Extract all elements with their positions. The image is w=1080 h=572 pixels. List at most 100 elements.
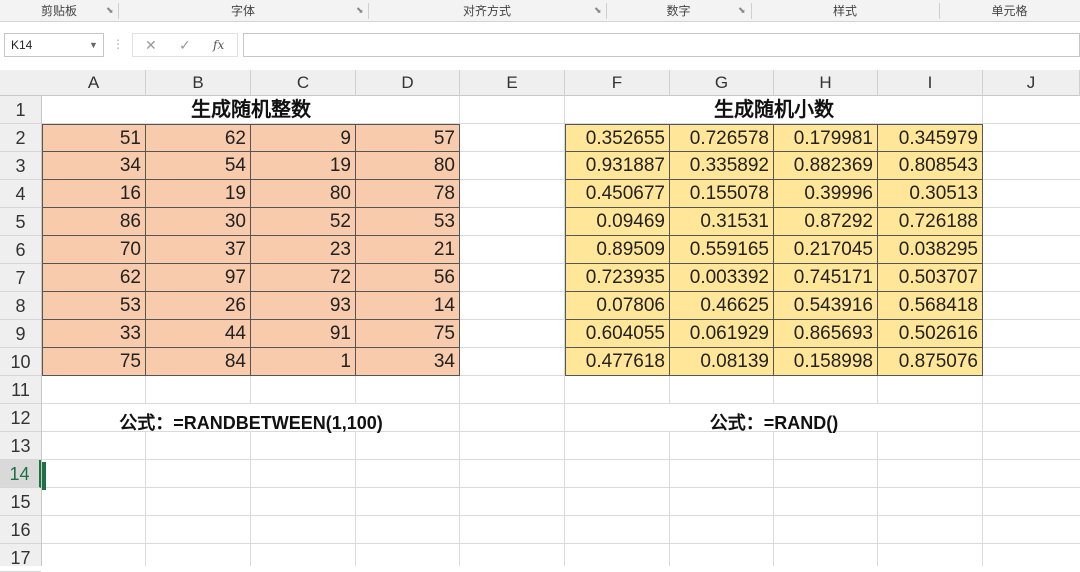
int-cell[interactable]: 62 [146,124,251,152]
insert-function-icon[interactable]: fx [213,38,224,52]
dec-cell[interactable]: 0.875076 [878,348,983,376]
int-cell[interactable]: 80 [251,180,356,208]
dec-cell[interactable]: 0.604055 [565,320,670,348]
int-cell[interactable]: 19 [146,180,251,208]
ribbon-group-clipboard[interactable]: 剪贴板 [0,0,118,22]
column-header-d[interactable]: D [356,70,460,96]
int-cell[interactable]: 62 [42,264,146,292]
row-header-1[interactable]: 1 [0,96,41,124]
dec-cell[interactable]: 0.39996 [774,180,878,208]
dec-cell[interactable]: 0.003392 [670,264,774,292]
row-header-13[interactable]: 13 [0,432,41,460]
int-cell[interactable]: 53 [356,208,460,236]
dec-cell[interactable]: 0.808543 [878,152,983,180]
dec-cell[interactable]: 0.450677 [565,180,670,208]
row-header-11[interactable]: 11 [0,376,41,404]
int-cell[interactable]: 19 [251,152,356,180]
dec-cell[interactable]: 0.726578 [670,124,774,152]
int-cell[interactable]: 70 [42,236,146,264]
row-header-2[interactable]: 2 [0,124,41,152]
dec-cell[interactable]: 0.543916 [774,292,878,320]
row-header-3[interactable]: 3 [0,152,41,180]
dec-cell[interactable]: 0.865693 [774,320,878,348]
number-launcher-icon[interactable]: ⬊ [738,6,747,15]
int-cell[interactable]: 80 [356,152,460,180]
alignment-launcher-icon[interactable]: ⬊ [594,6,603,15]
row-header-15[interactable]: 15 [0,488,41,516]
int-cell[interactable]: 34 [42,152,146,180]
column-header-e[interactable]: E [460,70,565,96]
ribbon-group-number[interactable]: 数字 [606,0,751,22]
column-header-g[interactable]: G [670,70,774,96]
int-cell[interactable]: 16 [42,180,146,208]
ribbon-group-font[interactable]: 字体 [118,0,368,22]
int-cell[interactable]: 37 [146,236,251,264]
column-header-i[interactable]: I [878,70,983,96]
column-header-f[interactable]: F [565,70,670,96]
ribbon-group-alignment[interactable]: 对齐方式 [368,0,606,22]
formula-input[interactable] [243,33,1080,57]
font-launcher-icon[interactable]: ⬊ [356,6,365,15]
dec-cell[interactable]: 0.09469 [565,208,670,236]
int-cell[interactable]: 26 [146,292,251,320]
worksheet-grid[interactable]: 生成随机整数 生成随机小数 公式：=RANDBETWEEN(1,100) 公式：=RA… [42,96,1080,566]
dec-cell[interactable]: 0.723935 [565,264,670,292]
dec-cell[interactable]: 0.31531 [670,208,774,236]
dec-cell[interactable]: 0.217045 [774,236,878,264]
column-header-h[interactable]: H [774,70,878,96]
int-cell[interactable]: 52 [251,208,356,236]
int-cell[interactable]: 51 [42,124,146,152]
int-cell[interactable]: 97 [146,264,251,292]
dec-cell[interactable]: 0.726188 [878,208,983,236]
row-header-9[interactable]: 9 [0,320,41,348]
chevron-down-icon[interactable]: ▼ [89,40,98,50]
int-cell[interactable]: 33 [42,320,146,348]
row-header-14[interactable]: 14 [0,460,41,488]
column-header-j[interactable]: J [983,70,1080,96]
clipboard-launcher-icon[interactable]: ⬊ [106,6,115,15]
int-cell[interactable]: 1 [251,348,356,376]
row-header-4[interactable]: 4 [0,180,41,208]
dec-cell[interactable]: 0.745171 [774,264,878,292]
dec-cell[interactable]: 0.477618 [565,348,670,376]
int-cell[interactable]: 23 [251,236,356,264]
row-header-5[interactable]: 5 [0,208,41,236]
dec-cell[interactable]: 0.568418 [878,292,983,320]
dec-cell[interactable]: 0.038295 [878,236,983,264]
dec-cell[interactable]: 0.061929 [670,320,774,348]
int-cell[interactable]: 93 [251,292,356,320]
int-cell[interactable]: 14 [356,292,460,320]
int-cell[interactable]: 44 [146,320,251,348]
dec-cell[interactable]: 0.502616 [878,320,983,348]
enter-icon[interactable]: ✓ [179,37,191,54]
int-cell[interactable]: 30 [146,208,251,236]
row-header-7[interactable]: 7 [0,264,41,292]
dec-cell[interactable]: 0.158998 [774,348,878,376]
int-cell[interactable]: 53 [42,292,146,320]
dec-cell[interactable]: 0.30513 [878,180,983,208]
row-header-6[interactable]: 6 [0,236,41,264]
int-cell[interactable]: 54 [146,152,251,180]
row-header-16[interactable]: 16 [0,516,41,544]
cancel-icon[interactable]: ✕ [145,37,157,54]
dec-cell[interactable]: 0.335892 [670,152,774,180]
dec-cell[interactable]: 0.155078 [670,180,774,208]
int-cell[interactable]: 34 [356,348,460,376]
row-header-8[interactable]: 8 [0,292,41,320]
dec-cell[interactable]: 0.352655 [565,124,670,152]
row-header-10[interactable]: 10 [0,348,41,376]
dec-cell[interactable]: 0.931887 [565,152,670,180]
row-header-17[interactable]: 17 [0,544,41,572]
dec-cell[interactable]: 0.345979 [878,124,983,152]
row-header-12[interactable]: 12 [0,404,41,432]
int-cell[interactable]: 21 [356,236,460,264]
int-cell[interactable]: 56 [356,264,460,292]
column-header-c[interactable]: C [251,70,356,96]
column-header-a[interactable]: A [42,70,146,96]
dec-cell[interactable]: 0.07806 [565,292,670,320]
int-cell[interactable]: 75 [42,348,146,376]
int-cell[interactable]: 57 [356,124,460,152]
dec-cell[interactable]: 0.559165 [670,236,774,264]
dec-cell[interactable]: 0.503707 [878,264,983,292]
dec-cell[interactable]: 0.08139 [670,348,774,376]
